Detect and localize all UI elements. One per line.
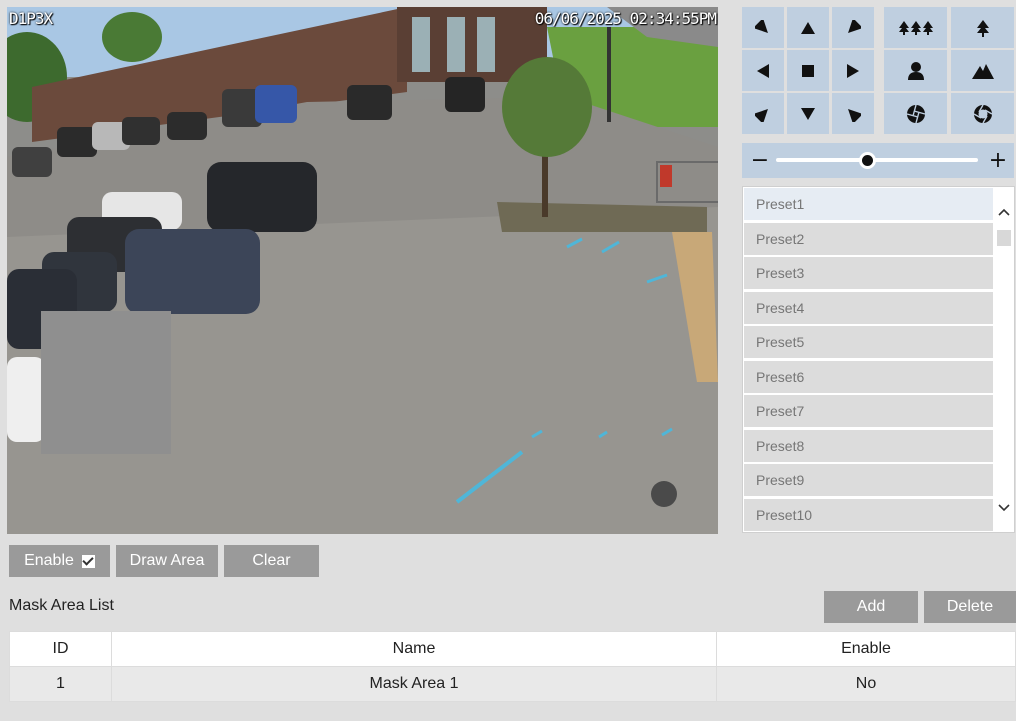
add-button[interactable]: Add <box>824 591 918 623</box>
preset-list: Preset1 Preset2 Preset3 Preset4 Preset5 … <box>744 188 993 532</box>
zoom-minus-button[interactable]: − <box>746 143 774 178</box>
camera-scene-image <box>7 7 718 534</box>
row-name-cell: Mask Area 1 <box>111 666 717 702</box>
zoom-slider[interactable]: − + <box>742 143 1014 178</box>
clear-button[interactable]: Clear <box>224 545 319 577</box>
preset-item[interactable]: Preset8 <box>744 429 993 462</box>
enable-checkbox[interactable] <box>81 554 95 568</box>
osd-timestamp: 06/06/2025 02:34:55PM <box>534 9 717 28</box>
preset-item[interactable]: Preset6 <box>744 360 993 393</box>
preset-scrollbar[interactable] <box>994 187 1014 532</box>
preset-item[interactable]: Preset2 <box>744 222 993 255</box>
preset-item[interactable]: Preset9 <box>744 464 993 496</box>
arrow-up-right-icon[interactable] <box>742 93 784 134</box>
privacy-mask-area[interactable] <box>41 311 171 454</box>
zoom-slider-track[interactable] <box>776 158 978 162</box>
zoom-slider-handle[interactable] <box>859 152 876 169</box>
osd-channel-name: D1P3X <box>9 9 53 28</box>
zoom-plus-button[interactable]: + <box>984 143 1012 178</box>
ptz-control-panel <box>742 7 1014 135</box>
row-enable-cell: No <box>716 666 1016 702</box>
preset-item[interactable]: Preset3 <box>744 257 993 289</box>
preset-item[interactable]: Preset4 <box>744 291 993 324</box>
preset-item[interactable]: Preset10 <box>744 498 993 531</box>
enable-toggle-button[interactable]: Enable <box>9 545 110 577</box>
row-id-cell: 1 <box>9 666 112 702</box>
focus-far-mountain-icon[interactable] <box>951 50 1014 91</box>
arrow-down-right-icon[interactable] <box>742 7 784 48</box>
preset-item[interactable]: Preset5 <box>744 326 993 358</box>
iris-open-icon[interactable] <box>951 93 1014 134</box>
iris-close-icon[interactable] <box>884 93 947 134</box>
mask-area-list-title: Mask Area List <box>9 597 114 614</box>
column-header-enable: Enable <box>716 631 1016 667</box>
arrow-down-icon[interactable] <box>787 93 829 134</box>
stop-icon[interactable] <box>787 50 829 91</box>
chevron-down-icon[interactable] <box>994 498 1014 518</box>
delete-button[interactable]: Delete <box>924 591 1016 623</box>
zoom-in-tree-icon[interactable] <box>951 7 1014 48</box>
arrow-up-left-icon[interactable] <box>832 93 874 134</box>
live-video-view[interactable]: D1P3X 06/06/2025 02:34:55PM <box>7 7 718 534</box>
arrow-left-icon[interactable] <box>742 50 784 91</box>
preset-item[interactable]: Preset7 <box>744 395 993 427</box>
zoom-out-trees-icon[interactable] <box>884 7 947 48</box>
scroll-thumb[interactable] <box>997 230 1011 246</box>
preset-list-panel: Preset1 Preset2 Preset3 Preset4 Preset5 … <box>742 186 1015 533</box>
arrow-right-icon[interactable] <box>832 50 874 91</box>
draw-area-button[interactable]: Draw Area <box>116 545 218 577</box>
enable-label: Enable <box>24 552 74 569</box>
table-header-row: ID Name Enable <box>9 631 1016 667</box>
mask-area-table: ID Name Enable 1 Mask Area 1 No <box>9 631 1016 702</box>
focus-near-person-icon[interactable] <box>884 50 947 91</box>
chevron-up-icon[interactable] <box>994 202 1014 222</box>
column-header-name: Name <box>111 631 717 667</box>
column-header-id: ID <box>9 631 112 667</box>
arrow-down-left-icon[interactable] <box>832 7 874 48</box>
arrow-up-icon[interactable] <box>787 7 829 48</box>
preset-item[interactable]: Preset1 <box>744 188 993 220</box>
table-row[interactable]: 1 Mask Area 1 No <box>9 666 1016 702</box>
